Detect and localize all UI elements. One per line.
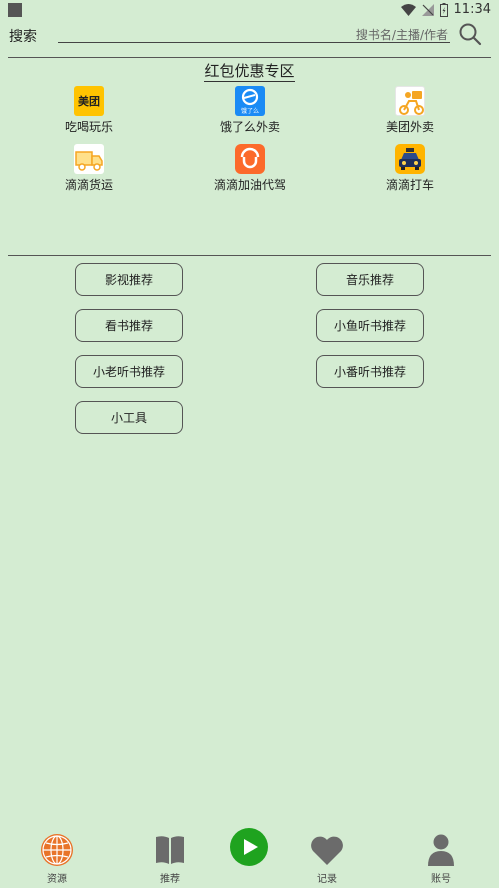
search-field[interactable] xyxy=(58,24,450,44)
promo-item-label: 滴滴打车 xyxy=(385,178,434,192)
status-time: 11:34 xyxy=(453,2,491,17)
nav-history[interactable]: 记录 xyxy=(297,832,357,885)
promo-item-label: 滴滴加油代驾 xyxy=(213,178,286,192)
search-label: 搜索 xyxy=(9,29,37,45)
nav-label: 资源 xyxy=(47,874,67,885)
promo-item-meituan-delivery[interactable]: 美团外卖 xyxy=(360,86,460,135)
promo-item-didi-fuel[interactable]: 滴滴加油代驾 xyxy=(200,144,300,193)
promo-item-meituan[interactable]: 美团 吃喝玩乐 xyxy=(39,86,139,135)
xiaofan-audiobook-recommend-button[interactable]: 小番听书推荐 xyxy=(316,355,424,388)
movie-recommend-button[interactable]: 影视推荐 xyxy=(75,263,183,296)
promo-section-title: 红包优惠专区 xyxy=(204,62,295,82)
promo-item-label: 吃喝玩乐 xyxy=(64,120,113,134)
didi-taxi-icon xyxy=(395,144,425,174)
no-signal-icon xyxy=(421,3,434,16)
promo-item-eleme[interactable]: 饿了么 饿了么外卖 xyxy=(200,86,300,135)
book-recommend-button[interactable]: 看书推荐 xyxy=(75,309,183,342)
tools-button[interactable]: 小工具 xyxy=(75,401,183,434)
promo-item-label: 滴滴货运 xyxy=(64,178,113,192)
status-right: 11:34 xyxy=(400,2,491,17)
meituan-icon: 美团 xyxy=(74,86,104,116)
play-icon xyxy=(230,828,268,866)
nav-label: 记录 xyxy=(317,874,337,885)
didi-icon xyxy=(235,144,265,174)
nav-label: 推荐 xyxy=(160,874,180,885)
nav-label: 账号 xyxy=(431,874,451,885)
book-icon xyxy=(156,836,184,864)
status-bar: 11:34 xyxy=(0,0,499,20)
notification-icon xyxy=(8,3,22,17)
promo-item-label: 饿了么外卖 xyxy=(219,120,280,134)
music-recommend-button[interactable]: 音乐推荐 xyxy=(316,263,424,296)
search-icon[interactable] xyxy=(458,22,482,46)
wifi-icon xyxy=(400,3,416,16)
promo-item-didi-freight[interactable]: 滴滴货运 xyxy=(39,144,139,193)
divider xyxy=(8,57,491,58)
search-input[interactable] xyxy=(58,26,450,44)
battery-icon xyxy=(439,2,448,17)
globe-icon xyxy=(41,834,73,866)
meituan-delivery-icon xyxy=(395,86,425,116)
nav-resources[interactable]: 资源 xyxy=(27,832,87,885)
promo-item-label: 美团外卖 xyxy=(385,120,434,134)
xiaolao-audiobook-recommend-button[interactable]: 小老听书推荐 xyxy=(75,355,183,388)
heart-icon xyxy=(311,836,343,865)
promo-item-didi-taxi[interactable]: 滴滴打车 xyxy=(360,144,460,193)
eleme-icon: 饿了么 xyxy=(235,86,265,116)
xiaoyu-audiobook-recommend-button[interactable]: 小鱼听书推荐 xyxy=(316,309,424,342)
divider xyxy=(8,255,491,256)
nav-recommend[interactable]: 推荐 xyxy=(140,832,200,885)
nav-account[interactable]: 账号 xyxy=(411,832,471,885)
didi-freight-truck-icon xyxy=(74,144,104,174)
person-icon xyxy=(428,834,454,866)
nav-play[interactable] xyxy=(219,828,279,866)
